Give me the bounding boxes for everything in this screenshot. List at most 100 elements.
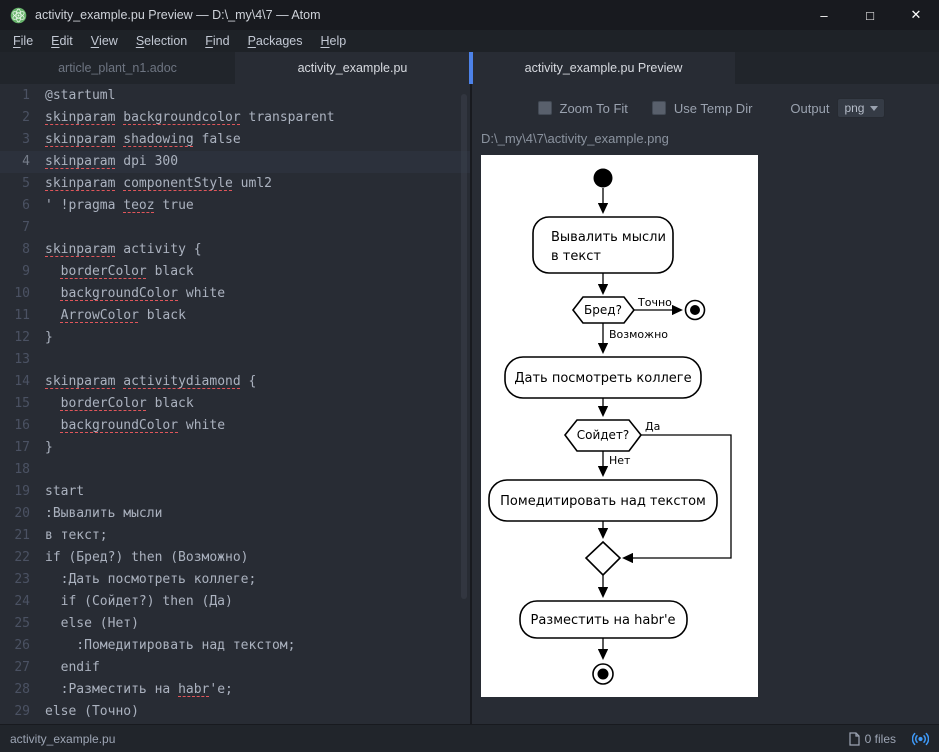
line-number: 19 [14, 484, 30, 499]
svg-text:Вывалить мысли: Вывалить мысли [551, 230, 666, 245]
close-button[interactable]: ✕ [893, 0, 939, 30]
code-line[interactable]: 8 skinparam activity { [0, 239, 470, 261]
code-line[interactable]: 9 borderColor black [0, 261, 470, 283]
line-number: 27 [14, 660, 30, 675]
menu-view[interactable]: View [82, 30, 127, 52]
maximize-button[interactable]: □ [847, 0, 893, 30]
use-temp-dir-checkbox[interactable] [651, 101, 666, 115]
code-line[interactable]: 10 backgroundColor white [0, 283, 470, 305]
svg-text:Дать посмотреть коллеге: Дать посмотреть коллеге [514, 371, 691, 386]
diagram-activity-box [532, 216, 674, 274]
tab-article-plant[interactable]: article_plant_n1.adoc [0, 52, 235, 84]
use-temp-dir-label: Use Temp Dir [673, 100, 753, 116]
line-number: 10 [14, 286, 30, 301]
line-number: 16 [14, 418, 30, 433]
code-line[interactable]: 1 @startuml [0, 85, 470, 107]
editor[interactable]: 1 @startuml 2 skinparam backgroundcolor tra… [0, 84, 470, 724]
code-line[interactable]: 21 в текст; [0, 525, 470, 547]
code-text: backgroundColor white [60, 286, 226, 301]
code-line[interactable]: 3 skinparam shadowing false [0, 129, 470, 151]
tab-activity-example[interactable]: activity_example.pu [235, 52, 470, 84]
code-line[interactable]: 22 if (Бред?) then (Возможно) [0, 547, 470, 569]
menu-file[interactable]: File [4, 30, 42, 52]
zoom-to-fit-control[interactable]: Zoom To Fit [537, 100, 628, 116]
code-line[interactable]: 26 :Помедитировать над текстом; [0, 635, 470, 657]
status-bar: activity_example.pu 0 files [0, 724, 939, 752]
code-text: } [45, 330, 53, 345]
code-line[interactable]: 24 if (Сойдет?) then (Да) [0, 591, 470, 613]
code-line[interactable]: 17} [0, 437, 470, 459]
code-line[interactable]: 2 skinparam backgroundcolor transparent [0, 107, 470, 129]
code-text: if (Сойдет?) then (Да) [45, 594, 233, 609]
code-text: start [45, 484, 85, 499]
diagram-image: Вывалить мысли в текст Бред? Точно Возмо… [481, 155, 758, 697]
menu-help[interactable]: Help [311, 30, 355, 52]
code-text: ' !pragma teoz true [45, 198, 194, 213]
editor-scrollbar[interactable] [461, 94, 467, 599]
code-text: if (Бред?) then (Возможно) [45, 550, 249, 565]
code-text: :Дать посмотреть коллеге; [45, 572, 257, 587]
code-line[interactable]: 12} [0, 327, 470, 349]
code-line[interactable]: 27 endif [0, 657, 470, 679]
line-number: 23 [14, 572, 30, 587]
zoom-to-fit-checkbox[interactable] [537, 101, 552, 115]
use-temp-dir-control[interactable]: Use Temp Dir [651, 100, 753, 116]
file-icon [849, 731, 860, 746]
line-number: 9 [22, 264, 30, 279]
code-line[interactable]: 16 backgroundColor white [0, 415, 470, 437]
preview-controls: Zoom To Fit Use Temp Dir Output png [472, 98, 939, 118]
code-text: :Разместить на habr'е; [45, 682, 233, 697]
minimize-button[interactable]: – [801, 0, 847, 30]
code-text: :Помедитировать над текстом; [45, 638, 296, 653]
code-text: skinparam componentStyle uml2 [45, 176, 272, 191]
line-number: 13 [14, 352, 30, 367]
output-format-dropdown[interactable]: png [837, 98, 886, 118]
code-text: skinparam activitydiamond { [45, 374, 257, 389]
right-tab-bar: activity_example.pu Preview [472, 52, 939, 84]
window-title: activity_example.pu Preview — D:\_my\4\7… [35, 8, 321, 22]
code-line[interactable]: 14 skinparam activitydiamond { [0, 371, 470, 393]
activity-diagram: Вывалить мысли в текст Бред? Точно Возмо… [488, 168, 732, 685]
git-files-status[interactable]: 0 files [849, 732, 896, 746]
code-line[interactable]: 29 else (Точно) [0, 701, 470, 723]
code-line[interactable]: 25 else (Нет) [0, 613, 470, 635]
code-line[interactable]: 6 ' !pragma teoz true [0, 195, 470, 217]
code-text: borderColor black [60, 396, 194, 411]
code-line[interactable]: 19 start [0, 481, 470, 503]
line-number: 11 [14, 308, 30, 323]
code-line[interactable]: 15 borderColor black [0, 393, 470, 415]
editor-pane: article_plant_n1.adoc activity_example.p… [0, 52, 470, 724]
code-line[interactable]: 7 [0, 217, 470, 239]
code-line[interactable]: 20:Вывалить мысли [0, 503, 470, 525]
teletype-icon[interactable] [912, 731, 929, 747]
menu-edit[interactable]: Edit [42, 30, 82, 52]
code-text: skinparam activity { [45, 242, 202, 257]
menu-find[interactable]: Find [196, 30, 238, 52]
menu-selection[interactable]: Selection [127, 30, 196, 52]
active-pane-accent [469, 52, 473, 84]
line-number: 22 [14, 550, 30, 565]
code-line[interactable]: 18 [0, 459, 470, 481]
code-text: в текст; [45, 528, 108, 543]
line-number: 17 [14, 440, 30, 455]
preview-pane: activity_example.pu Preview Zoom To Fit … [472, 52, 939, 724]
code-line[interactable]: 28 :Разместить на habr'е; [0, 679, 470, 701]
zoom-to-fit-label: Zoom To Fit [559, 100, 628, 116]
diagram-start-node [593, 168, 613, 188]
tab-preview[interactable]: activity_example.pu Preview [472, 52, 735, 84]
line-number: 15 [14, 396, 30, 411]
line-number: 2 [22, 110, 30, 125]
code-text: :Вывалить мысли [45, 506, 163, 521]
code-line[interactable]: 11 ArrowColor black [0, 305, 470, 327]
svg-text:Да: Да [645, 420, 660, 433]
code-line[interactable]: 13 [0, 349, 470, 371]
menu-packages[interactable]: Packages [239, 30, 312, 52]
diagram-merge-diamond [584, 540, 622, 577]
output-file-path: D:\_my\4\7\activity_example.png [481, 131, 669, 146]
code-line[interactable]: 4 skinparam dpi 300 [0, 151, 470, 173]
line-number: 18 [14, 462, 30, 477]
code-line[interactable]: 5 skinparam componentStyle uml2 [0, 173, 470, 195]
code-line[interactable]: 23 :Дать посмотреть коллеге; [0, 569, 470, 591]
